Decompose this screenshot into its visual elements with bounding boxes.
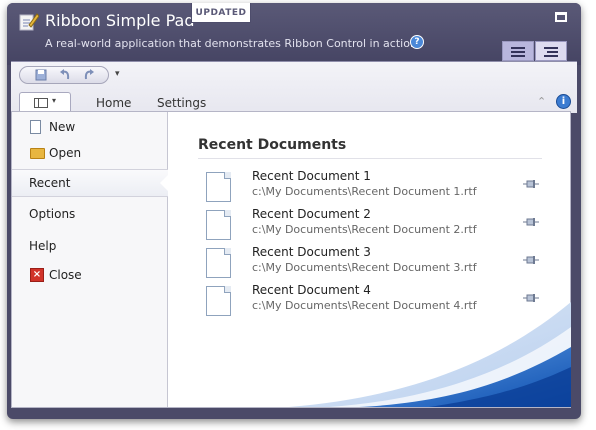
backstage-item-close[interactable]: × Close: [12, 262, 168, 288]
backstage-item-label: Open: [49, 146, 82, 160]
document-icon: [206, 210, 231, 240]
document-icon: [206, 286, 231, 316]
pin-icon[interactable]: [523, 293, 539, 303]
selection-notch: [160, 174, 169, 192]
ribbon: ▾ ▾ Home Settings ⌃ i: [11, 61, 577, 114]
application-menu-icon: [34, 98, 48, 108]
updated-badge: UPDATED: [191, 3, 251, 23]
backstage-item-label: Options: [29, 207, 76, 221]
backstage-item-label: Close: [49, 268, 82, 282]
tab-home[interactable]: Home: [96, 96, 131, 110]
backstage-item-label: New: [49, 120, 76, 134]
collapse-ribbon-icon[interactable]: ⌃: [537, 95, 546, 108]
quick-access-toolbar: [19, 66, 109, 84]
recent-document-path: c:\My Documents\Recent Document 3.rtf: [252, 261, 477, 274]
ribbon-layout-alt-icon[interactable]: [535, 41, 567, 61]
backstage-item-label: Recent: [29, 176, 71, 190]
backstage-item-help[interactable]: Help: [12, 233, 168, 259]
app-window: Ribbon Simple Pad UPDATED A real-world a…: [7, 3, 581, 419]
app-title: Ribbon Simple Pad: [45, 11, 195, 30]
ribbon-layout-icon[interactable]: [502, 41, 534, 61]
qat-customize-dropdown[interactable]: ▾: [115, 69, 120, 79]
recent-documents-panel: Recent Documents Recent Document 1 c:\My…: [169, 112, 571, 407]
recent-document-row[interactable]: Recent Document 3 c:\My Documents\Recent…: [197, 244, 542, 280]
notepad-pen-icon: [19, 13, 39, 31]
backstage-nav: New Open Recent Options Help × Close: [12, 112, 169, 407]
backstage-item-recent[interactable]: Recent: [12, 169, 169, 197]
recent-document-path: c:\My Documents\Recent Document 2.rtf: [252, 223, 477, 236]
pin-icon[interactable]: [523, 217, 539, 227]
recent-document-row[interactable]: Recent Document 1 c:\My Documents\Recent…: [197, 168, 542, 204]
document-icon: [206, 172, 231, 202]
recent-document-path: c:\My Documents\Recent Document 1.rtf: [252, 185, 477, 198]
recent-document-name: Recent Document 1: [252, 169, 371, 183]
document-icon: [206, 248, 231, 278]
recent-document-name: Recent Document 2: [252, 207, 371, 221]
tab-settings[interactable]: Settings: [157, 96, 206, 110]
new-document-icon: [30, 120, 41, 134]
backstage-view: New Open Recent Options Help × Close Rec…: [11, 111, 571, 408]
help-icon[interactable]: i: [556, 94, 571, 109]
backstage-item-new[interactable]: New: [12, 114, 168, 140]
backstage-item-options[interactable]: Options: [12, 201, 168, 227]
pin-icon[interactable]: [523, 255, 539, 265]
folder-icon: [30, 148, 45, 159]
recent-document-path: c:\My Documents\Recent Document 4.rtf: [252, 299, 477, 312]
question-icon[interactable]: ?: [410, 35, 424, 49]
pin-icon[interactable]: [523, 179, 539, 189]
recent-document-name: Recent Document 3: [252, 245, 371, 259]
backstage-item-label: Help: [29, 239, 57, 253]
undo-icon[interactable]: [58, 69, 72, 81]
app-subtitle: A real-world application that demonstrat…: [45, 37, 421, 50]
redo-icon[interactable]: [82, 69, 96, 81]
save-icon[interactable]: [34, 69, 48, 81]
maximize-icon[interactable]: [555, 12, 567, 22]
section-divider: [198, 158, 542, 159]
close-icon: ×: [30, 268, 44, 282]
backstage-item-open[interactable]: Open: [12, 140, 168, 166]
chevron-down-icon: ▾: [52, 96, 57, 105]
title-bar: Ribbon Simple Pad UPDATED A real-world a…: [7, 3, 581, 65]
recent-document-row[interactable]: Recent Document 2 c:\My Documents\Recent…: [197, 206, 542, 242]
recent-document-row[interactable]: Recent Document 4 c:\My Documents\Recent…: [197, 282, 542, 318]
recent-documents-title: Recent Documents: [198, 137, 347, 153]
recent-document-name: Recent Document 4: [252, 283, 371, 297]
